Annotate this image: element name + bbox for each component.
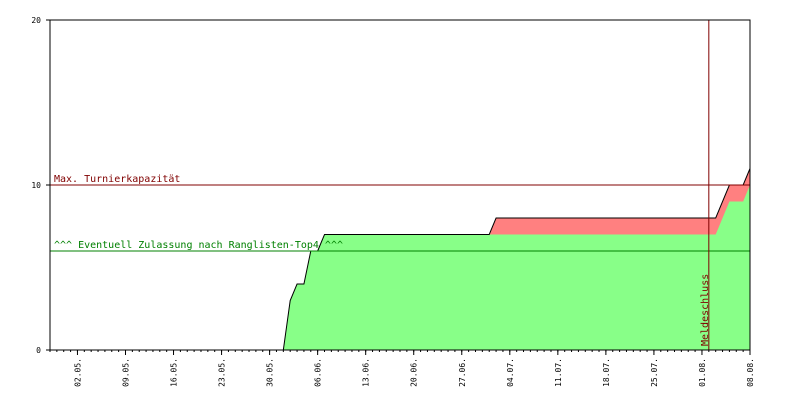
area-series-1 <box>50 185 750 350</box>
x-tick-label-4: 30.05. <box>266 358 275 387</box>
deadline-label: Meldeschluss <box>700 274 711 346</box>
y-tick-label-0: 0 <box>36 346 41 355</box>
x-tick-label-1: 09.05. <box>121 358 130 387</box>
x-tick-label-3: 23.05. <box>218 358 227 387</box>
x-tick-label-10: 11.07. <box>554 358 563 387</box>
area-layer <box>50 168 751 351</box>
x-tick-label-2: 16.05. <box>170 358 179 387</box>
x-tick-label-14: 08.08. <box>746 358 755 387</box>
x-tick-label-8: 27.06. <box>458 358 467 387</box>
x-tick-label-12: 25.07. <box>650 358 659 387</box>
x-tick-label-11: 18.07. <box>602 358 611 387</box>
x-tick-label-6: 13.06. <box>362 358 371 387</box>
x-tick-label-13: 01.08. <box>698 358 707 387</box>
chart: 0 10 20 02.05. 09.05. 16.05. 23.05. 30.05. 06.06… <box>31 16 755 387</box>
y-tick-label-1: 10 <box>31 181 41 190</box>
x-tick-label-0: 02.05. <box>73 358 82 387</box>
max-capacity-label: Max. Turnierkapazität <box>54 174 180 185</box>
ranking-admission-label: ^^^ Eventuell Zulassung nach Ranglisten-… <box>54 240 343 251</box>
x-tick-label-5: 06.06. <box>314 358 323 387</box>
y-tick-label-2: 20 <box>31 16 41 25</box>
x-tick-label-7: 20.06. <box>410 358 419 387</box>
x-tick-label-9: 04.07. <box>506 358 515 387</box>
